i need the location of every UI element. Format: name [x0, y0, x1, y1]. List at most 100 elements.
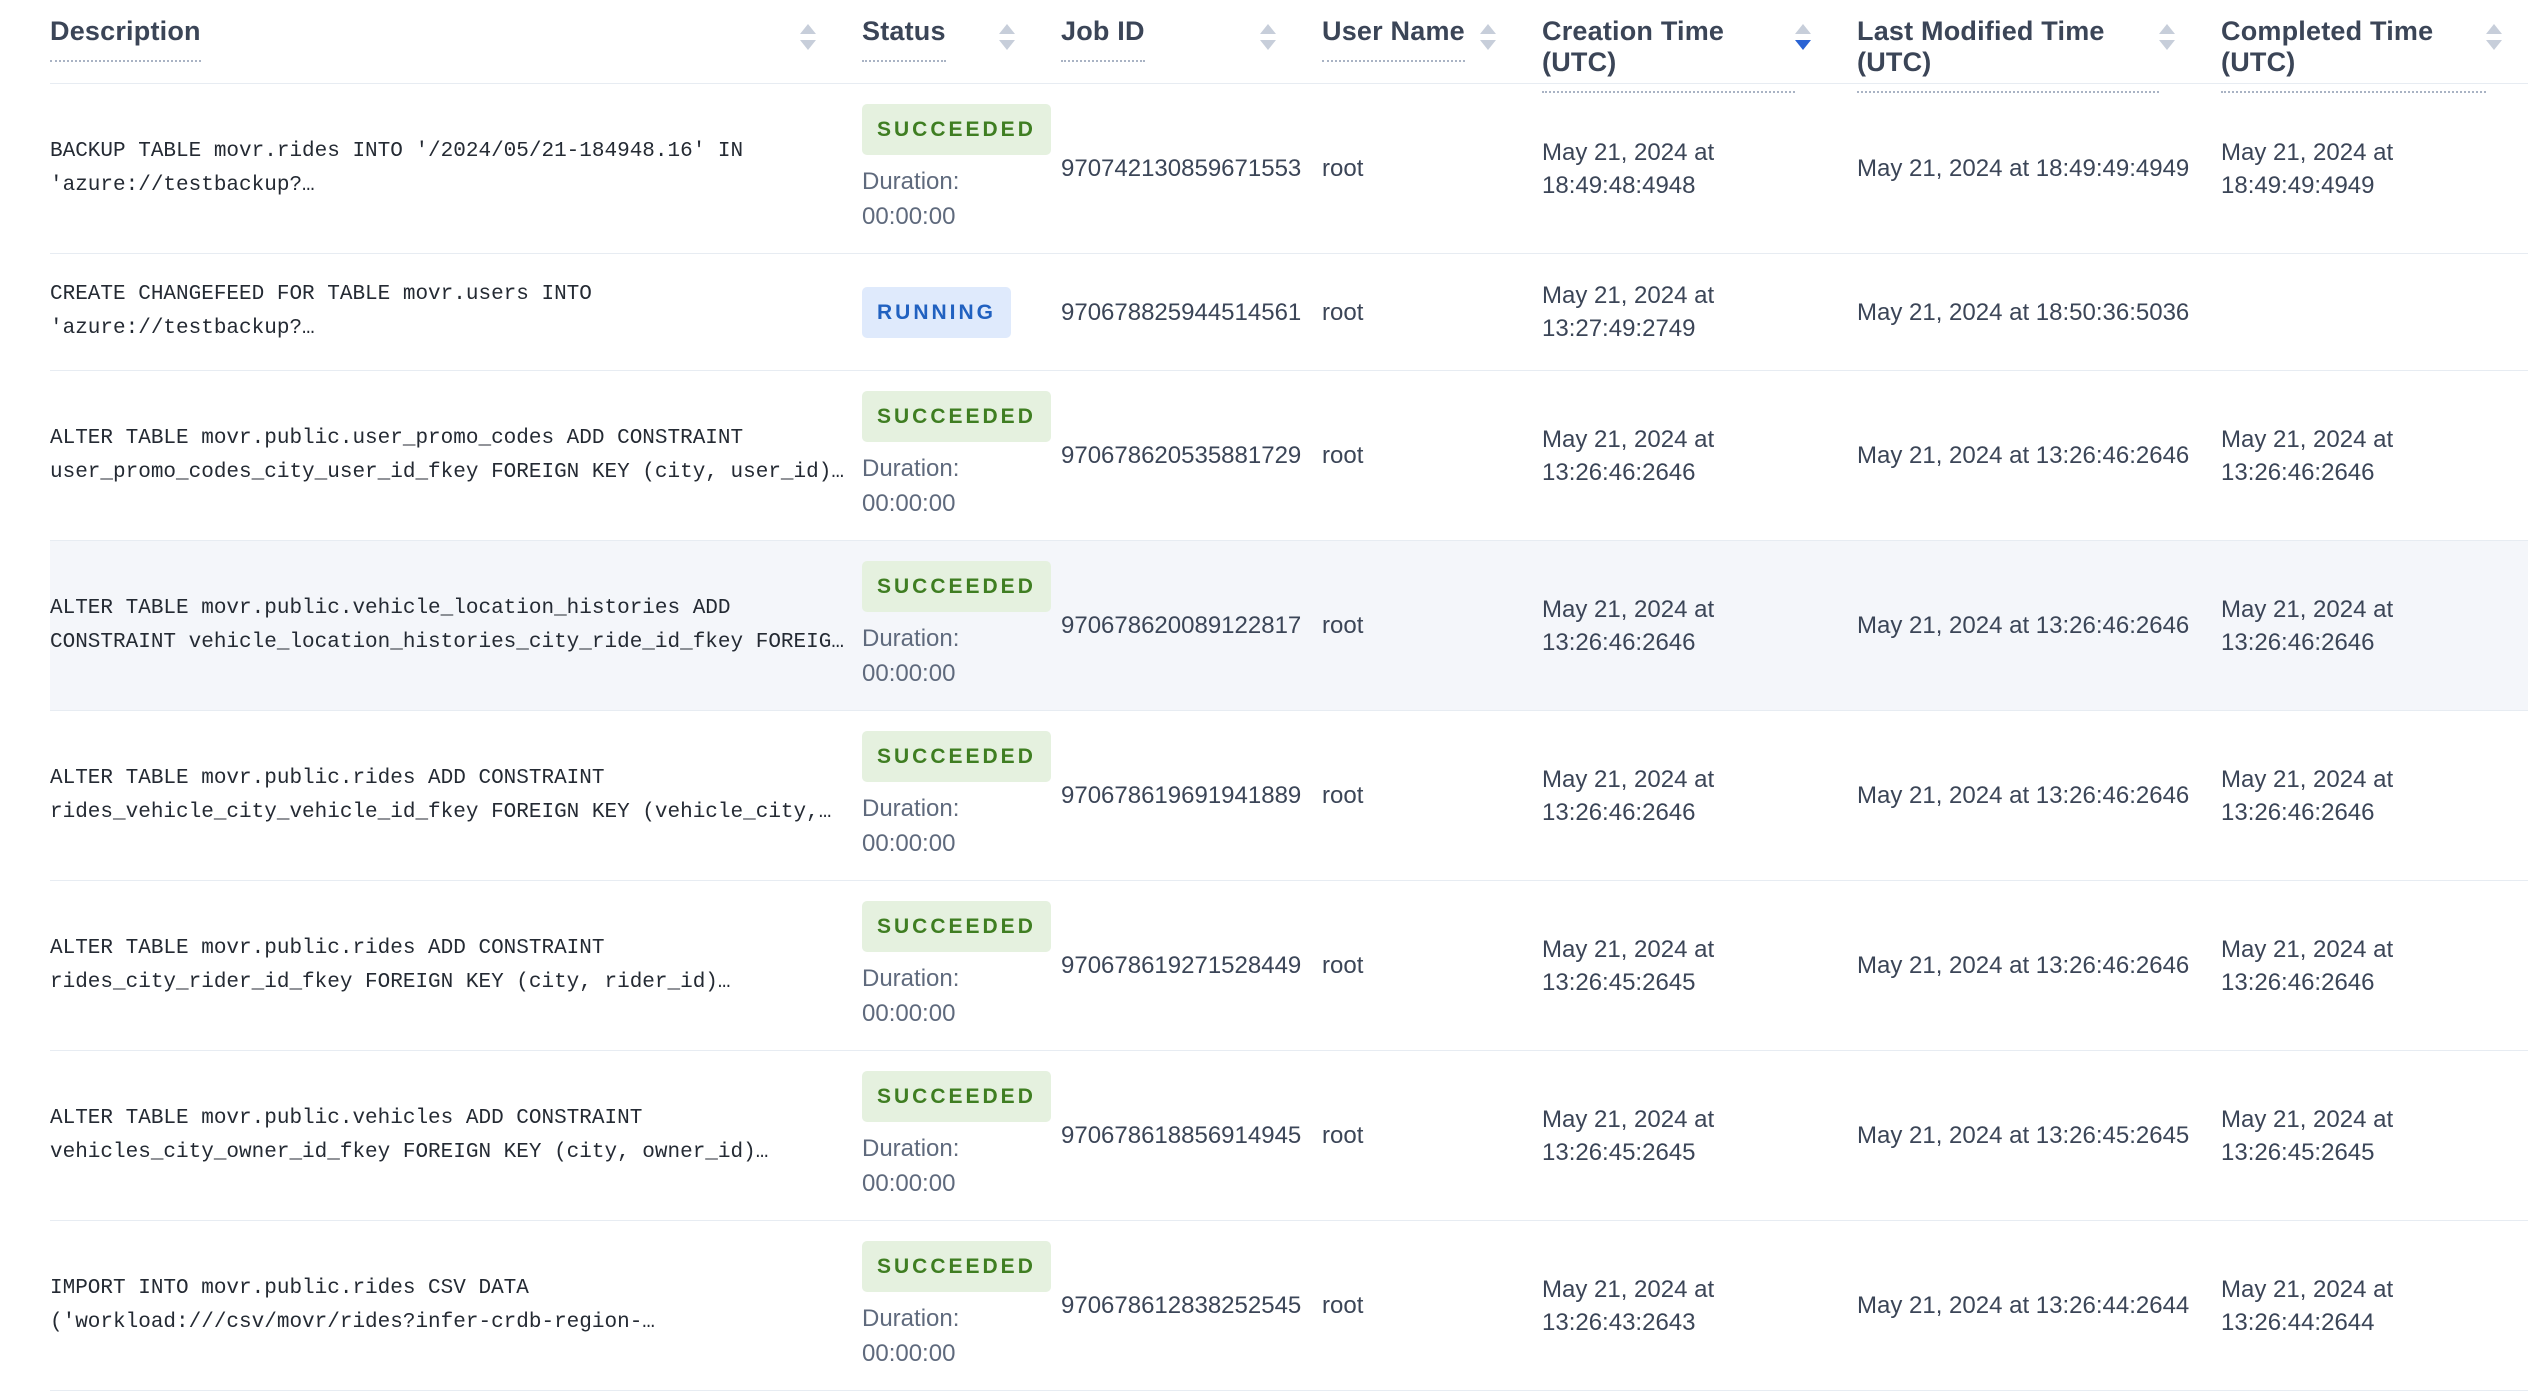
description-cell[interactable]: ALTER TABLE movr.public.user_promo_codes… [50, 422, 862, 490]
creation-time-cell: May 21, 2024 at 18:49:48:4948 [1542, 138, 1715, 199]
table-row[interactable]: ALTER TABLE movr.public.vehicles ADD CON… [50, 1051, 2528, 1221]
column-header-job_id[interactable]: Job ID [1061, 16, 1322, 83]
creation-time-cell: May 21, 2024 at 13:27:49:2749 [1542, 282, 1715, 342]
duration-value: 00:00:00 [862, 660, 956, 687]
duration-label: Duration: [862, 168, 960, 195]
table-header-row: Description Status Job ID User Name Creation… [50, 0, 2528, 93]
duration-label: Duration: [862, 965, 960, 992]
duration-label: Duration: [862, 625, 960, 652]
job-id-cell: 970678620089122817 [1061, 612, 1302, 639]
duration-block: Duration: 00:00:00 [862, 622, 1031, 690]
duration-value: 00:00:00 [862, 490, 956, 517]
creation-time-cell: May 21, 2024 at 13:26:46:2646 [1542, 425, 1715, 486]
description-cell[interactable]: ALTER TABLE movr.public.rides ADD CONSTR… [50, 762, 862, 830]
sort-asc-icon [2486, 24, 2502, 34]
sort-icon[interactable] [2486, 24, 2502, 50]
last-modified-time-cell: May 21, 2024 at 13:26:46:2646 [1857, 782, 2190, 809]
column-header-completed_time[interactable]: Completed Time (UTC) [2221, 16, 2528, 93]
column-header-creation_time[interactable]: Creation Time (UTC) [1542, 16, 1857, 93]
status-cell: SUCCEEDED Duration: 00:00:00 [862, 1241, 1061, 1370]
status-badge: SUCCEEDED [862, 561, 1051, 612]
user-name-cell: root [1322, 298, 1364, 326]
job-id-cell: 970678619691941889 [1061, 782, 1302, 809]
duration-block: Duration: 00:00:00 [862, 1302, 1031, 1370]
column-label-creation_time: Creation Time (UTC) [1542, 16, 1795, 93]
duration-value: 00:00:00 [862, 1340, 956, 1367]
duration-label: Duration: [862, 795, 960, 822]
user-name-cell: root [1322, 782, 1364, 809]
sort-asc-icon [1260, 24, 1276, 34]
column-header-description[interactable]: Description [50, 16, 862, 83]
column-header-last_modified_time[interactable]: Last Modified Time (UTC) [1857, 16, 2221, 93]
sort-asc-icon [999, 24, 1015, 34]
description-cell[interactable]: IMPORT INTO movr.public.rides CSV DATA (… [50, 1272, 862, 1340]
creation-time-cell: May 21, 2024 at 13:26:45:2645 [1542, 935, 1715, 996]
column-header-status[interactable]: Status [862, 16, 1061, 83]
column-label-status: Status [862, 16, 946, 62]
table-row[interactable]: BACKUP TABLE movr.rides INTO '/2024/05/2… [50, 84, 2528, 254]
sort-icon[interactable] [800, 24, 816, 50]
user-name-cell: root [1322, 1292, 1364, 1319]
table-row[interactable]: ALTER TABLE movr.public.vehicle_location… [50, 541, 2528, 711]
completed-time-cell: May 21, 2024 at 13:26:46:2646 [2221, 595, 2394, 656]
status-badge: SUCCEEDED [862, 901, 1051, 952]
sort-icon[interactable] [1260, 24, 1276, 50]
jobs-table: Description Status Job ID User Name Creation… [0, 0, 2528, 1391]
last-modified-time-cell: May 21, 2024 at 13:26:46:2646 [1857, 952, 2190, 979]
user-name-cell: root [1322, 952, 1364, 979]
table-row[interactable]: IMPORT INTO movr.public.rides CSV DATA (… [50, 1221, 2528, 1391]
status-cell: SUCCEEDED Duration: 00:00:00 [862, 561, 1061, 690]
sort-desc-icon [1260, 40, 1276, 50]
status-badge: SUCCEEDED [862, 391, 1051, 442]
duration-label: Duration: [862, 1305, 960, 1332]
column-header-user_name[interactable]: User Name [1322, 16, 1542, 83]
sort-desc-icon [999, 40, 1015, 50]
completed-time-cell: May 21, 2024 at 13:26:46:2646 [2221, 425, 2394, 486]
sort-icon[interactable] [1795, 24, 1811, 50]
last-modified-time-cell: May 21, 2024 at 13:26:44:2644 [1857, 1292, 2190, 1319]
duration-label: Duration: [862, 455, 960, 482]
completed-time-cell: May 21, 2024 at 18:49:49:4949 [2221, 138, 2394, 199]
sort-desc-icon [800, 40, 816, 50]
sort-icon[interactable] [1480, 24, 1496, 50]
sort-asc-icon [1795, 24, 1811, 34]
sort-desc-icon [2486, 40, 2502, 50]
sort-icon[interactable] [2159, 24, 2175, 50]
sort-desc-icon [1480, 40, 1496, 50]
completed-time-cell: May 21, 2024 at 13:26:44:2644 [2221, 1275, 2394, 1336]
status-badge: RUNNING [862, 286, 1011, 338]
status-cell: SUCCEEDED Duration: 00:00:00 [862, 1071, 1061, 1200]
table-body: BACKUP TABLE movr.rides INTO '/2024/05/2… [50, 84, 2528, 1391]
status-cell: SUCCEEDED Duration: 00:00:00 [862, 104, 1061, 233]
job-id-cell: 970678619271528449 [1061, 952, 1302, 979]
duration-block: Duration: 00:00:00 [862, 792, 1031, 860]
last-modified-time-cell: May 21, 2024 at 13:26:46:2646 [1857, 442, 2190, 469]
last-modified-time-cell: May 21, 2024 at 18:50:36:5036 [1857, 298, 2190, 326]
duration-value: 00:00:00 [862, 203, 956, 230]
table-row[interactable]: ALTER TABLE movr.public.rides ADD CONSTR… [50, 881, 2528, 1051]
sort-icon[interactable] [999, 24, 1015, 50]
last-modified-time-cell: May 21, 2024 at 13:26:46:2646 [1857, 612, 2190, 639]
duration-block: Duration: 00:00:00 [862, 1132, 1031, 1200]
table-row[interactable]: ALTER TABLE movr.public.user_promo_codes… [50, 371, 2528, 541]
table-row[interactable]: CREATE CHANGEFEED FOR TABLE movr.users I… [50, 254, 2528, 371]
duration-label: Duration: [862, 1135, 960, 1162]
description-cell[interactable]: CREATE CHANGEFEED FOR TABLE movr.users I… [50, 278, 862, 346]
description-cell[interactable]: ALTER TABLE movr.public.rides ADD CONSTR… [50, 932, 862, 1000]
column-label-description: Description [50, 16, 201, 62]
status-badge: SUCCEEDED [862, 1071, 1051, 1122]
description-cell[interactable]: ALTER TABLE movr.public.vehicle_location… [50, 592, 862, 660]
column-label-user_name: User Name [1322, 16, 1465, 62]
user-name-cell: root [1322, 442, 1364, 469]
job-id-cell: 970678612838252545 [1061, 1292, 1302, 1319]
completed-time-cell: May 21, 2024 at 13:26:46:2646 [2221, 765, 2394, 826]
status-badge: SUCCEEDED [862, 1241, 1051, 1292]
status-badge: SUCCEEDED [862, 104, 1051, 155]
status-cell: RUNNING [862, 286, 1061, 338]
sort-asc-icon [800, 24, 816, 34]
table-row[interactable]: ALTER TABLE movr.public.rides ADD CONSTR… [50, 711, 2528, 881]
status-cell: SUCCEEDED Duration: 00:00:00 [862, 901, 1061, 1030]
description-cell[interactable]: BACKUP TABLE movr.rides INTO '/2024/05/2… [50, 135, 862, 203]
description-cell[interactable]: ALTER TABLE movr.public.vehicles ADD CON… [50, 1102, 862, 1170]
creation-time-cell: May 21, 2024 at 13:26:46:2646 [1542, 765, 1715, 826]
